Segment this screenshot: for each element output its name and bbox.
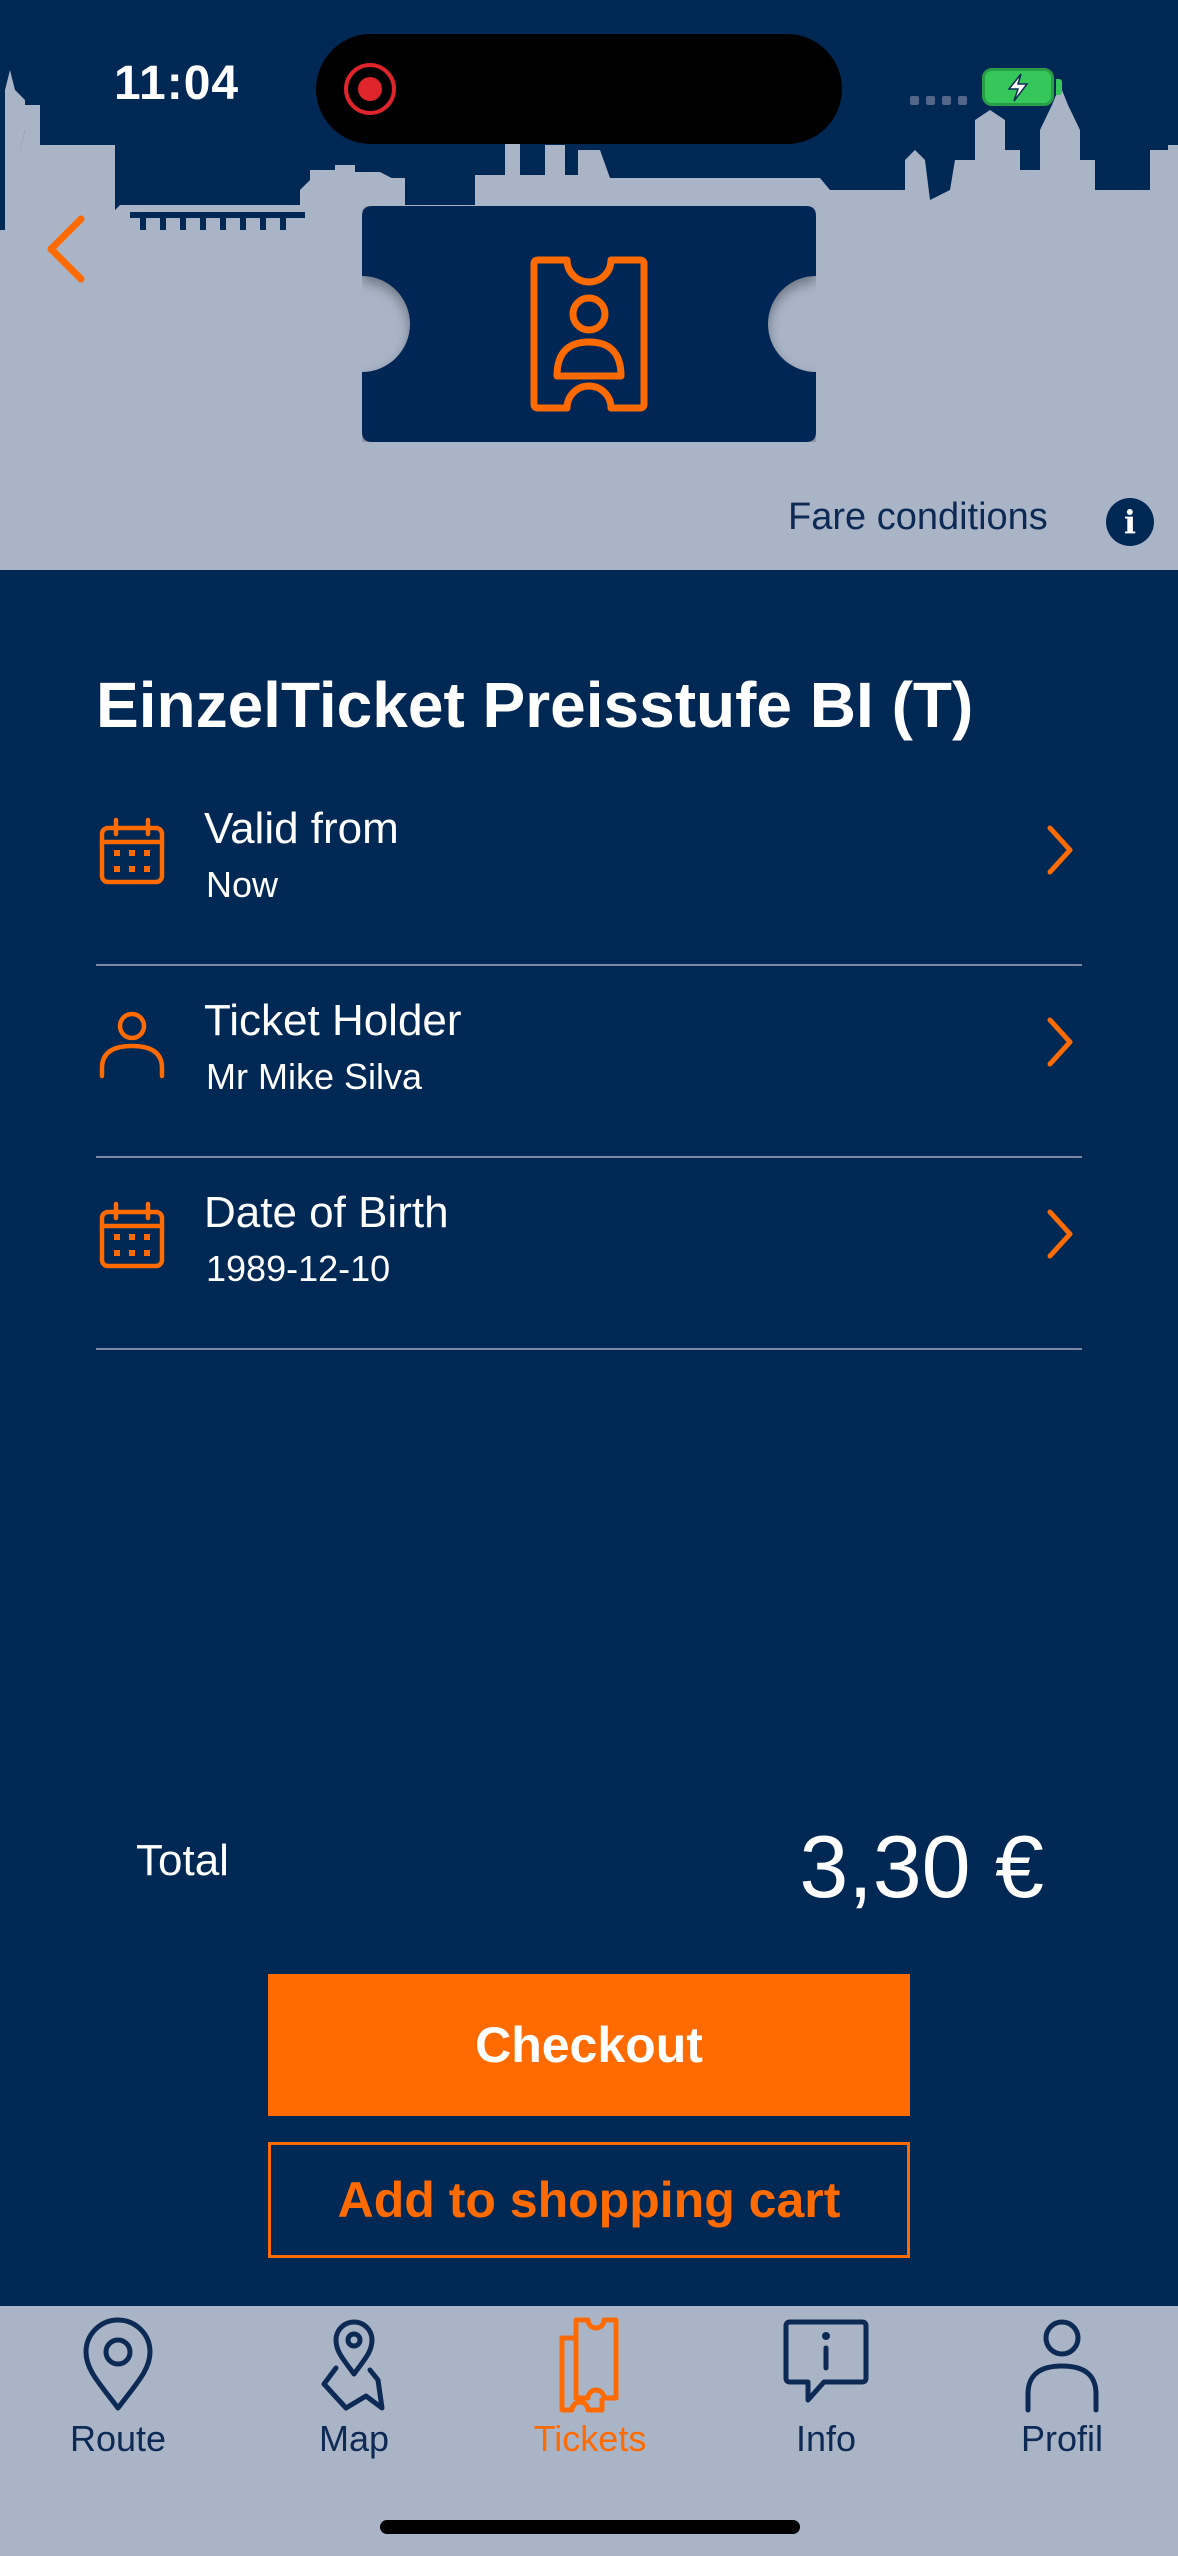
tab-tickets-label: Tickets bbox=[533, 2418, 647, 2459]
tab-profil[interactable]: Profil bbox=[944, 2306, 1178, 2466]
home-indicator bbox=[380, 2520, 800, 2534]
back-chevron-icon[interactable] bbox=[36, 204, 106, 294]
date-of-birth-label: Date of Birth bbox=[204, 1188, 449, 1237]
info-icon[interactable]: i bbox=[1106, 498, 1154, 546]
person-ticket-icon bbox=[362, 206, 816, 442]
valid-from-label: Valid from bbox=[204, 804, 399, 853]
total-price: 3,30 € bbox=[799, 1817, 1044, 1916]
tickets-icon bbox=[559, 2317, 619, 2413]
status-time: 11:04 bbox=[114, 57, 240, 110]
ticket-holder-label: Ticket Holder bbox=[204, 996, 462, 1045]
tab-map[interactable]: Map bbox=[236, 2306, 472, 2466]
add-to-cart-button[interactable]: Add to shopping cart bbox=[268, 2142, 910, 2258]
signal-icon bbox=[910, 96, 967, 105]
chevron-right-icon bbox=[1047, 1017, 1073, 1067]
ticket-holder-row[interactable]: Ticket Holder Mr Mike Silva bbox=[96, 966, 1082, 1158]
location-pin-icon bbox=[83, 2317, 153, 2411]
tab-info-label: Info bbox=[795, 2418, 857, 2459]
person-icon bbox=[99, 1011, 165, 1079]
total-label: Total bbox=[136, 1836, 229, 1885]
ticket-holder-value: Mr Mike Silva bbox=[206, 1056, 423, 1097]
calendar-icon bbox=[99, 1201, 165, 1269]
recording-indicator-icon bbox=[344, 63, 396, 115]
ticket-title: EinzelTicket Preisstufe BI (T) bbox=[96, 669, 974, 741]
chevron-right-icon bbox=[1047, 1209, 1073, 1259]
tab-map-label: Map bbox=[318, 2418, 390, 2459]
info-bubble-icon bbox=[783, 2319, 869, 2403]
chevron-right-icon bbox=[1047, 825, 1073, 875]
checkout-button[interactable]: Checkout bbox=[268, 1974, 910, 2116]
dynamic-island bbox=[316, 34, 842, 144]
fare-conditions-link[interactable]: Fare conditions bbox=[788, 496, 1048, 539]
header: 11:04 Fare conditions i bbox=[0, 0, 1178, 570]
valid-from-row[interactable]: Valid from Now bbox=[96, 774, 1082, 966]
tab-info[interactable]: Info bbox=[708, 2306, 944, 2466]
person-icon bbox=[1025, 2319, 1099, 2413]
map-pin-icon bbox=[321, 2319, 385, 2411]
tab-route-label: Route bbox=[69, 2418, 167, 2459]
tab-route[interactable]: Route bbox=[0, 2306, 236, 2466]
tab-profil-label: Profil bbox=[1020, 2418, 1104, 2459]
date-of-birth-value: 1989-12-10 bbox=[206, 1248, 391, 1289]
battery-charging-icon bbox=[982, 68, 1054, 106]
tab-tickets[interactable]: Tickets bbox=[472, 2306, 708, 2466]
calendar-icon bbox=[99, 817, 165, 885]
tab-bar: Route Map Tickets Info Profil bbox=[0, 2306, 1178, 2556]
date-of-birth-row[interactable]: Date of Birth 1989-12-10 bbox=[96, 1158, 1082, 1350]
valid-from-value: Now bbox=[206, 864, 279, 905]
